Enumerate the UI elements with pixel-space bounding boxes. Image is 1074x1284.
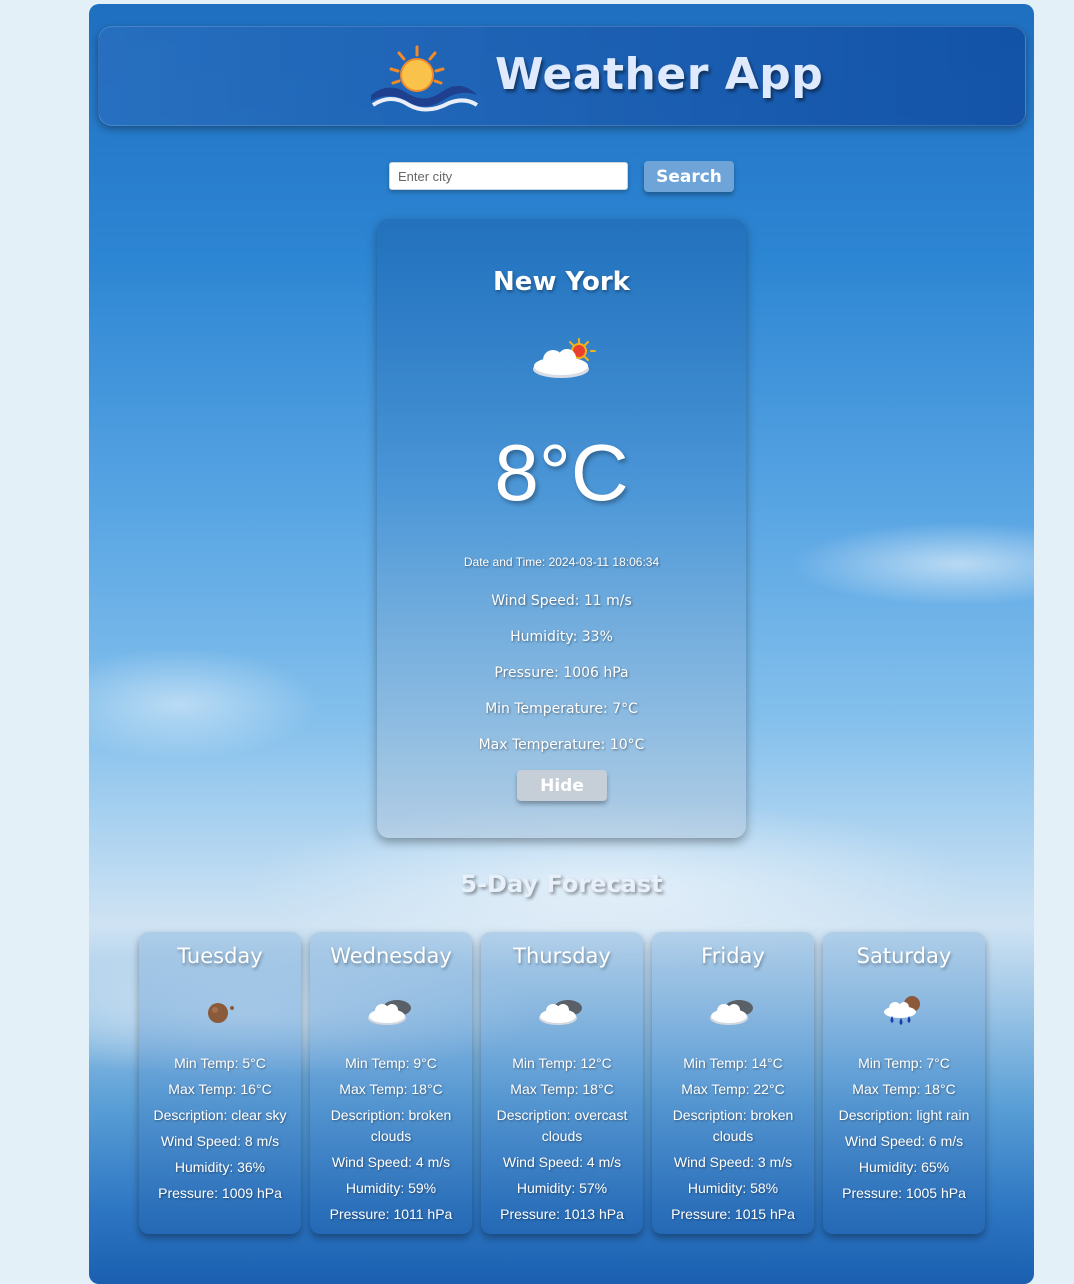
wind-speed: Wind Speed: 11 m/s — [491, 593, 632, 609]
light-rain-night-icon — [884, 996, 920, 1025]
forecast-card-wednesday: Wednesday Min Temp: 9°C Max Temp: 18°C D… — [310, 932, 472, 1234]
forecast-pressure: Pressure: 1015 hPa — [671, 1206, 795, 1222]
forecast-card-friday: Friday Min Temp: 14°C Max Temp: 22°C Des… — [652, 932, 814, 1234]
forecast-details: Min Temp: 7°C Max Temp: 18°C Description… — [829, 1053, 979, 1209]
forecast-humidity: Humidity: 36% — [174, 1159, 266, 1175]
forecast-card-tuesday: Tuesday Min Temp: 5°C Max Temp: 16°C Des… — [139, 932, 301, 1234]
broken-clouds-icon — [368, 1000, 411, 1025]
max-temperature: Max Temperature: 10°C — [478, 737, 645, 753]
city-name: New York — [493, 267, 630, 297]
forecast-pressure: Pressure: 1011 hPa — [329, 1206, 453, 1222]
forecast-pressure: Pressure: 1013 hPa — [500, 1206, 624, 1222]
forecast-day-name: Thursday — [513, 944, 611, 968]
forecast-details: Min Temp: 14°C Max Temp: 22°C Descriptio… — [658, 1053, 808, 1230]
forecast-min-temp: Min Temp: 9°C — [345, 1055, 437, 1071]
forecast-description: Description: overcast clouds — [496, 1107, 628, 1144]
forecast-card-saturday: Saturday Min Temp: 7°C Max Temp: 18°C De… — [823, 932, 985, 1234]
forecast-wind-speed: Wind Speed: 8 m/s — [160, 1133, 280, 1149]
date-time: Date and Time: 2024-03-11 18:06:34 — [463, 555, 660, 569]
forecast-max-temp: Max Temp: 22°C — [681, 1081, 785, 1097]
forecast-max-temp: Max Temp: 18°C — [339, 1081, 443, 1097]
hide-button[interactable]: Hide — [517, 770, 607, 801]
forecast-day-name: Tuesday — [177, 944, 263, 968]
forecast-humidity: Humidity: 65% — [858, 1159, 950, 1175]
humidity: Humidity: 33% — [510, 629, 613, 645]
forecast-card-thursday: Thursday Min Temp: 12°C Max Temp: 18°C D… — [481, 932, 643, 1234]
min-temperature: Min Temperature: 7°C — [485, 701, 638, 717]
forecast-pressure: Pressure: 1005 hPa — [842, 1185, 966, 1201]
forecast-humidity: Humidity: 57% — [516, 1180, 608, 1196]
forecast-day-name: Friday — [701, 944, 765, 968]
overcast-clouds-icon — [539, 1000, 582, 1025]
search-button[interactable]: Search — [644, 161, 734, 192]
forecast-humidity: Humidity: 58% — [687, 1180, 779, 1196]
forecast-details: Min Temp: 12°C Max Temp: 18°C Descriptio… — [487, 1053, 637, 1230]
current-temperature: 8°C — [494, 428, 629, 517]
current-weather-card: New York 8°C Date and Time: 2024-03-11 1… — [377, 219, 746, 838]
app-container: Weather App Search New York 8°C Date and… — [89, 4, 1034, 1284]
sun-over-waves-logo-icon — [371, 45, 479, 112]
forecast-wind-speed: Wind Speed: 4 m/s — [331, 1154, 451, 1170]
forecast-humidity: Humidity: 59% — [345, 1180, 437, 1196]
forecast-day-name: Wednesday — [330, 944, 452, 968]
forecast-max-temp: Max Temp: 18°C — [852, 1081, 956, 1097]
app-title: Weather App — [495, 49, 824, 100]
city-search-input[interactable] — [389, 162, 628, 190]
forecast-details: Min Temp: 5°C Max Temp: 16°C Description… — [145, 1053, 295, 1209]
forecast-min-temp: Min Temp: 5°C — [174, 1055, 266, 1071]
forecast-min-temp: Min Temp: 14°C — [683, 1055, 783, 1071]
forecast-description: Description: clear sky — [153, 1107, 287, 1123]
forecast-min-temp: Min Temp: 12°C — [512, 1055, 612, 1071]
forecast-wind-speed: Wind Speed: 3 m/s — [673, 1154, 793, 1170]
forecast-row: Tuesday Min Temp: 5°C Max Temp: 16°C Des… — [139, 932, 985, 1234]
clear-sky-night-icon — [208, 1003, 234, 1023]
app-header: Weather App — [98, 26, 1026, 126]
forecast-description: Description: broken clouds — [330, 1107, 452, 1144]
forecast-description: Description: broken clouds — [672, 1107, 794, 1144]
broken-clouds-icon — [710, 1000, 753, 1025]
forecast-wind-speed: Wind Speed: 4 m/s — [502, 1154, 622, 1170]
pressure: Pressure: 1006 hPa — [494, 665, 629, 681]
forecast-max-temp: Max Temp: 16°C — [168, 1081, 272, 1097]
forecast-day-name: Saturday — [856, 944, 952, 968]
forecast-pressure: Pressure: 1009 hPa — [158, 1185, 282, 1201]
few-clouds-day-icon — [533, 338, 596, 378]
forecast-description: Description: light rain — [838, 1107, 970, 1123]
forecast-details: Min Temp: 9°C Max Temp: 18°C Description… — [316, 1053, 466, 1230]
forecast-wind-speed: Wind Speed: 6 m/s — [844, 1133, 964, 1149]
forecast-max-temp: Max Temp: 18°C — [510, 1081, 614, 1097]
forecast-title: 5-Day Forecast — [460, 870, 663, 898]
forecast-min-temp: Min Temp: 7°C — [858, 1055, 950, 1071]
